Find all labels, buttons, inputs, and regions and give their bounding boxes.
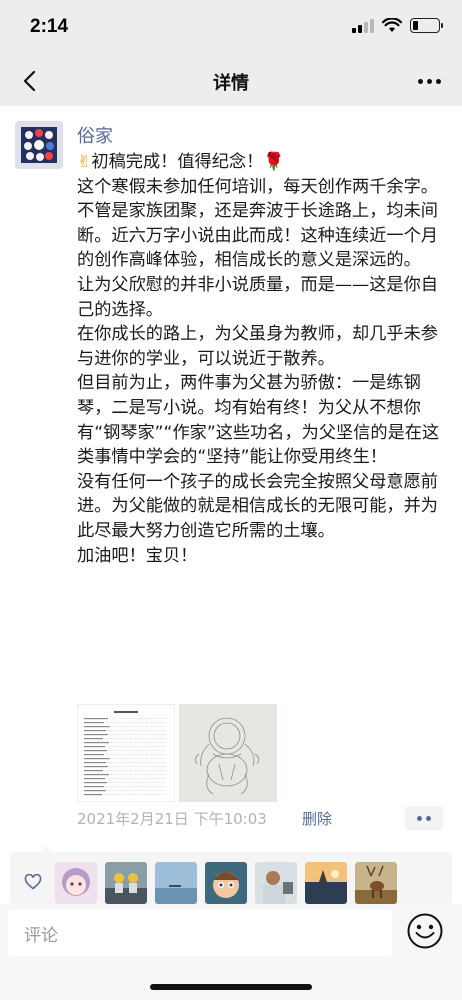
sketch-thumbnail[interactable] [179, 704, 277, 802]
status-time: 2:14 [30, 16, 69, 37]
post-paragraph: 这个寒假未参加任何培训，每天创作两千余字。不管是家族团聚，还是奔波于长途路上，均… [77, 176, 438, 271]
rose-icon: 🌹 [263, 152, 285, 172]
like-avatar[interactable] [155, 862, 197, 904]
post-paragraph: 让为父欣慰的并非小说质量，而是——这是你自己的选择。 [77, 274, 438, 320]
post-paragraph: 但目前为止，两件事为父甚为骄傲：一是练钢琴，二是写小说。均有始有终！为父从不想你… [77, 373, 440, 468]
dots-icon [417, 815, 422, 821]
avatar-deer-image [355, 862, 397, 904]
smiley-icon[interactable] [406, 912, 444, 950]
avatar-cartoon-image [205, 862, 247, 904]
avatar-kids-image [105, 862, 147, 904]
post-timestamp: 2021年2月21日 下午10:03 [77, 810, 267, 828]
like-avatar[interactable] [55, 862, 97, 904]
battery-icon [410, 18, 443, 33]
heart-icon [24, 874, 42, 890]
author-name[interactable]: 俗家 [77, 122, 113, 148]
like-avatar[interactable] [105, 862, 147, 904]
author-avatar[interactable] [15, 121, 63, 169]
document-image [78, 705, 174, 801]
comment-input[interactable]: 评论 [8, 910, 392, 956]
post-paragraph: 在你成长的路上，为父虽身为教师，却几乎未参与进你的学业，可以说近于散养。 [77, 324, 438, 369]
more-button[interactable] [414, 68, 444, 94]
document-thumbnail[interactable] [77, 704, 175, 802]
victory-hand-icon: ✌ [77, 152, 92, 172]
wifi-icon [382, 18, 402, 32]
bottom-safe-area [0, 960, 462, 1000]
more-dots-icon [417, 78, 423, 84]
comment-action-button[interactable] [405, 806, 443, 830]
post-paragraph: 没有任何一个孩子的成长会完全按照父母意愿前进。为父能做的就是相信成长的无限可能，… [77, 471, 438, 541]
avatar-image [15, 121, 63, 169]
avatar-girl-image [55, 862, 97, 904]
status-bar: 2:14 [0, 0, 462, 56]
page-title: 详情 [213, 73, 249, 94]
signal-icon [352, 18, 374, 33]
avatar-sea-image [155, 862, 197, 904]
like-avatar[interactable] [255, 862, 297, 904]
post-paragraph: 加油吧！宝贝！ [77, 545, 198, 566]
like-avatar[interactable] [305, 862, 347, 904]
delete-button[interactable]: 删除 [302, 808, 332, 829]
likes-area [10, 846, 452, 904]
nav-bar: 详情 [0, 56, 462, 106]
post-content: ✌初稿完成！值得纪念！🌹 这个寒假未参加任何培训，每天创作两千余字。不管是家族团… [77, 150, 447, 568]
like-avatar[interactable] [355, 862, 397, 904]
battery-level [413, 21, 418, 30]
home-indicator[interactable] [150, 984, 312, 990]
comment-input-bar: 评论 [0, 904, 462, 960]
sketch-image [179, 704, 277, 802]
post-title-line: ✌初稿完成！值得纪念！🌹 [77, 150, 447, 175]
avatar-sunset-image [305, 862, 347, 904]
avatar-man-image [255, 862, 297, 904]
post-title-text: 初稿完成！值得纪念！ [91, 152, 264, 172]
status-icons [352, 18, 443, 33]
like-avatar[interactable] [205, 862, 247, 904]
